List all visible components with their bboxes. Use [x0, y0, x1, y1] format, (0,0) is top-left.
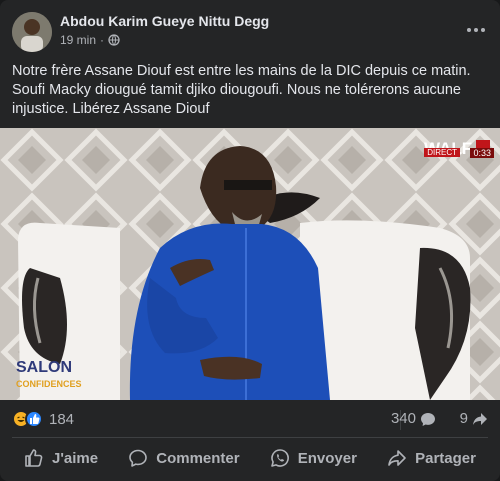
video-timecode: 0:33 [470, 148, 494, 158]
more-options-icon[interactable] [464, 20, 488, 40]
like-icon [25, 410, 43, 428]
send-button[interactable]: Envoyer [258, 440, 369, 476]
post-time[interactable]: 19 min [60, 33, 96, 47]
shares-count[interactable]: 9 [460, 410, 488, 427]
like-button[interactable]: J'aime [12, 440, 110, 476]
comment-label: Commenter [156, 449, 240, 467]
like-label: J'aime [52, 449, 99, 467]
reactions-summary[interactable]: 184 [12, 410, 74, 428]
author-avatar[interactable] [12, 12, 52, 52]
share-button[interactable]: Partager [375, 440, 488, 476]
shares-count-value: 9 [459, 410, 468, 427]
show-logo-line-1: SALON [16, 359, 72, 376]
post-text: Notre frère Assane Diouf est entre les m… [12, 63, 471, 117]
comment-button[interactable]: Commenter [116, 440, 251, 476]
whatsapp-icon [270, 449, 289, 467]
show-logo-line-2: CONFIDENCES [16, 379, 82, 389]
share-icon [388, 450, 406, 466]
comments-count[interactable]: 340 [391, 410, 436, 427]
actions-divider [12, 437, 488, 438]
post-actions: J'aime Commenter Envoyer Partager [12, 440, 488, 476]
send-label: Envoyer [297, 449, 357, 467]
comment-bubble-icon [421, 412, 435, 426]
engagement-stats: 184 340 9 [12, 408, 488, 432]
share-arrow-icon [473, 412, 487, 425]
comments-count-value: 340 [390, 410, 416, 427]
post-video[interactable]: WALF DIRECT 0:33 SALON CONFIDENCES [0, 128, 500, 400]
post-meta: 19 min · [60, 33, 120, 47]
thumbs-up-icon [25, 449, 43, 467]
reaction-count: 184 [49, 410, 75, 428]
live-badge: DIRECT [424, 148, 460, 157]
author-name[interactable]: Abdou Karim Gueye Nittu Degg [60, 13, 269, 29]
comment-icon [129, 449, 148, 467]
globe-icon [108, 34, 120, 46]
post-header: Abdou Karim Gueye Nittu Degg 19 min · [12, 12, 488, 54]
show-logo: SALON CONFIDENCES [16, 360, 82, 392]
meta-separator: · [100, 33, 105, 47]
post-card: Abdou Karim Gueye Nittu Degg 19 min · No… [0, 0, 500, 481]
share-label: Partager [415, 449, 476, 467]
